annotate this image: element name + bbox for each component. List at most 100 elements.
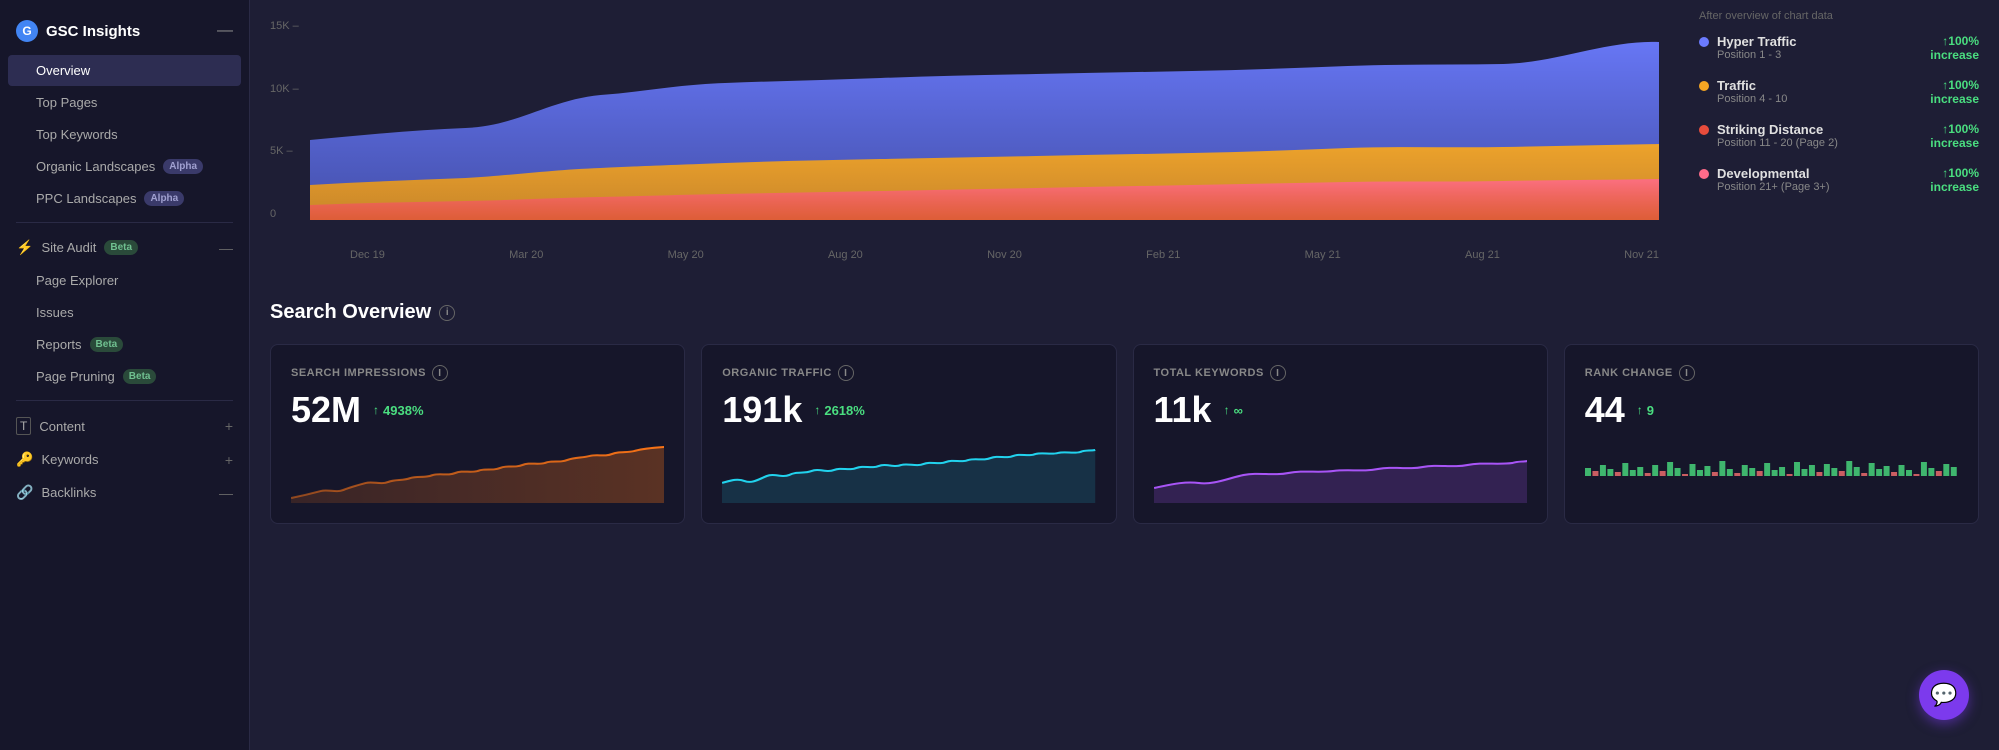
sidebar-item-organic-landscapes[interactable]: Organic Landscapes Alpha (8, 151, 241, 182)
sidebar-item-reports[interactable]: Reports Beta (8, 329, 241, 360)
sidebar-app-header: G GSC Insights — (0, 12, 249, 54)
sidebar-item-issues[interactable]: Issues (8, 297, 241, 328)
y-label-0: 0 (270, 208, 299, 220)
keywords-toggle[interactable]: + (225, 452, 233, 468)
sidebar-item-page-explorer[interactable]: Page Explorer (8, 265, 241, 296)
total-keywords-value: 11k (1154, 389, 1212, 431)
traffic-change: ↑100% (1930, 78, 1979, 92)
total-keywords-sparkline (1154, 443, 1527, 503)
sidebar-section-backlinks[interactable]: 🔗 Backlinks — (0, 476, 249, 509)
sidebar: G GSC Insights — Overview Top Pages Top … (0, 0, 250, 750)
site-audit-toggle[interactable]: — (219, 240, 233, 256)
sidebar-item-label: Top Keywords (36, 127, 118, 142)
legend-traffic: Traffic Position 4 - 10 ↑100% increase (1699, 78, 1979, 106)
chart-legend-panel: After overview of chart data Hyper Traff… (1679, 0, 1999, 261)
search-overview-info-icon[interactable]: i (439, 305, 455, 321)
chart-hint: After overview of chart data (1699, 10, 1979, 22)
chat-button[interactable]: 💬 (1919, 670, 1969, 720)
x-label-nov20: Nov 20 (987, 249, 1022, 261)
x-label-dec19: Dec 19 (350, 249, 385, 261)
sidebar-item-page-pruning[interactable]: Page Pruning Beta (8, 361, 241, 392)
developmental-sub: Position 21+ (Page 3+) (1717, 181, 1830, 193)
legend-striking-distance: Striking Distance Position 11 - 20 (Page… (1699, 122, 1979, 150)
y-label-10k: 10K – (270, 83, 299, 95)
sidebar-section-keywords[interactable]: 🔑 Keywords + (0, 443, 249, 476)
backlinks-toggle[interactable]: — (219, 485, 233, 501)
sidebar-item-label: Issues (36, 305, 74, 320)
search-impressions-change: ↑ 4938% (373, 403, 423, 418)
sidebar-item-label: Reports (36, 337, 82, 352)
rank-change-info-icon[interactable]: i (1679, 365, 1695, 381)
search-overview-title: Search Overview i (270, 301, 1979, 324)
backlinks-icon: 🔗 (16, 484, 33, 501)
beta-badge-reports: Beta (90, 337, 124, 352)
hyper-traffic-change-label: increase (1930, 48, 1979, 62)
content-toggle[interactable]: + (225, 418, 233, 434)
search-impressions-info-icon[interactable]: i (432, 365, 448, 381)
x-label-aug21: Aug 21 (1465, 249, 1500, 261)
backlinks-label: Backlinks (41, 485, 96, 500)
total-keywords-value-row: 11k ↑ ∞ (1154, 389, 1527, 431)
hyper-traffic-change: ↑100% (1930, 34, 1979, 48)
keywords-label: Keywords (41, 452, 98, 467)
x-label-feb21: Feb 21 (1146, 249, 1180, 261)
metric-card-organic-traffic: ORGANIC TRAFFIC i 191k ↑ 2618% (701, 344, 1116, 524)
striking-distance-change-label: increase (1930, 136, 1979, 150)
developmental-change: ↑100% (1930, 166, 1979, 180)
sidebar-item-ppc-landscapes[interactable]: PPC Landscapes Alpha (8, 183, 241, 214)
metrics-grid: SEARCH IMPRESSIONS i 52M ↑ 4938% (270, 344, 1979, 524)
organic-traffic-sparkline (722, 443, 1095, 503)
sidebar-section-site-audit[interactable]: ⚡ Site Audit Beta — (0, 231, 249, 264)
sidebar-collapse-button[interactable]: — (217, 22, 233, 40)
rank-change-value: 44 (1585, 389, 1625, 431)
y-label-15k: 15K – (270, 20, 299, 32)
app-logo: G (16, 20, 38, 42)
hyper-traffic-sub: Position 1 - 3 (1717, 49, 1796, 61)
up-arrow-icon: ↑ (1224, 403, 1230, 417)
striking-distance-label: Striking Distance (1717, 122, 1838, 137)
stacked-area-chart (310, 20, 1659, 240)
up-arrow-icon: ↑ (814, 403, 820, 417)
metric-card-rank-change: RANK CHANGE i 44 ↑ 9 (1564, 344, 1979, 524)
chart-y-labels: 15K – 10K – 5K – 0 (270, 20, 299, 220)
organic-traffic-info-icon[interactable]: i (838, 365, 854, 381)
traffic-dot (1699, 81, 1709, 91)
total-keywords-change: ↑ ∞ (1224, 403, 1243, 418)
site-audit-label: Site Audit (41, 240, 96, 255)
sidebar-item-top-pages[interactable]: Top Pages (8, 87, 241, 118)
developmental-label: Developmental (1717, 166, 1830, 181)
divider-1 (16, 222, 233, 223)
lightning-icon: ⚡ (16, 239, 33, 256)
sidebar-item-top-keywords[interactable]: Top Keywords (8, 119, 241, 150)
sidebar-item-label: PPC Landscapes (36, 191, 136, 206)
chart-section: 15K – 10K – 5K – 0 (250, 0, 1999, 281)
rank-change-change: ↑ 9 (1637, 403, 1654, 418)
chart-wrapper: Dec 19 Mar 20 May 20 Aug 20 Nov 20 Feb 2… (310, 20, 1659, 261)
alpha-badge-ppc: Alpha (144, 191, 184, 206)
divider-2 (16, 400, 233, 401)
organic-traffic-value-row: 191k ↑ 2618% (722, 389, 1095, 431)
app-title: GSC Insights (46, 23, 140, 40)
traffic-change-label: increase (1930, 92, 1979, 106)
sidebar-item-overview[interactable]: Overview (8, 55, 241, 86)
hyper-traffic-dot (1699, 37, 1709, 47)
striking-distance-change: ↑100% (1930, 122, 1979, 136)
sidebar-item-label: Top Pages (36, 95, 97, 110)
keywords-icon: 🔑 (16, 451, 33, 468)
content-icon: T (16, 417, 31, 435)
organic-traffic-value: 191k (722, 389, 802, 431)
search-overview-section: Search Overview i SEARCH IMPRESSIONS i 5… (250, 281, 1999, 544)
total-keywords-info-icon[interactable]: i (1270, 365, 1286, 381)
content-label: Content (39, 419, 85, 434)
sidebar-item-label: Overview (36, 63, 90, 78)
sidebar-item-label: Page Pruning (36, 369, 115, 384)
sidebar-section-content[interactable]: T Content + (0, 409, 249, 443)
rank-change-sparkline (1585, 443, 1958, 503)
x-label-may20: May 20 (668, 249, 704, 261)
beta-badge-site-audit: Beta (104, 240, 138, 255)
x-label-nov21: Nov 21 (1624, 249, 1659, 261)
total-keywords-label: TOTAL KEYWORDS i (1154, 365, 1527, 381)
legend-hyper-traffic: Hyper Traffic Position 1 - 3 ↑100% incre… (1699, 34, 1979, 62)
traffic-sub: Position 4 - 10 (1717, 93, 1787, 105)
chart-x-labels: Dec 19 Mar 20 May 20 Aug 20 Nov 20 Feb 2… (350, 245, 1659, 261)
